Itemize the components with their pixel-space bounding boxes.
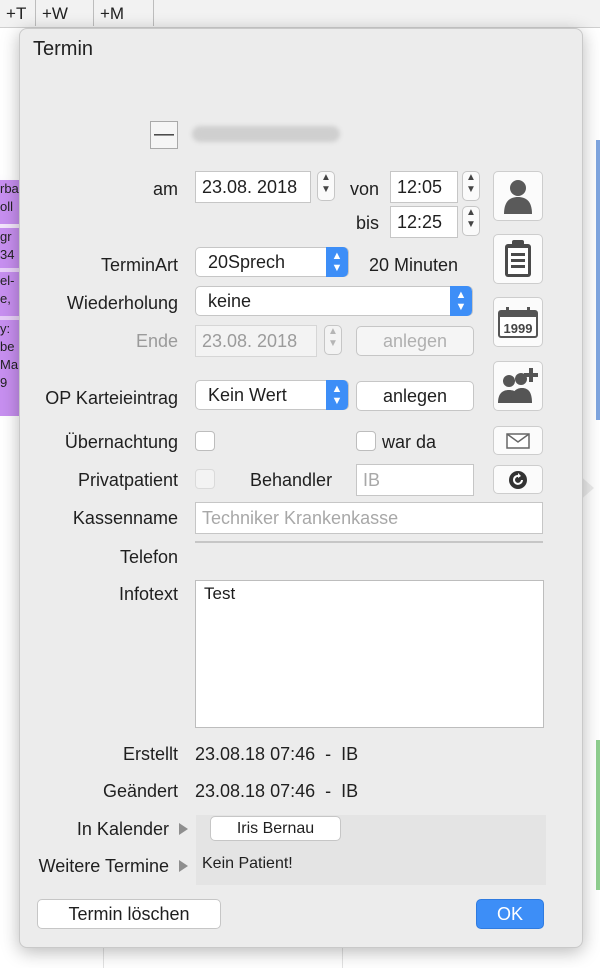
changed-value: 23.08.18 07:46 - IB <box>195 781 359 801</box>
refresh-button[interactable] <box>493 465 543 494</box>
chevron-updown-icon: ▲ ▼ <box>450 286 472 316</box>
created-label: Erstellt <box>122 744 178 764</box>
insurance-label: Kassenname <box>72 508 178 528</box>
tab-month[interactable]: +M <box>94 0 154 26</box>
from-time-field[interactable]: 12:05 <box>390 171 458 203</box>
tab-week[interactable]: +W <box>36 0 94 26</box>
refresh-icon <box>509 470 527 489</box>
op-record-value: Kein Wert <box>208 385 287 405</box>
appointment-type-label: TerminArt <box>100 255 178 275</box>
to-time-field[interactable]: 12:25 <box>390 206 458 238</box>
ok-button[interactable]: OK <box>476 899 544 929</box>
clipboard-icon <box>505 240 531 277</box>
disclosure-triangle-icon[interactable] <box>179 860 188 872</box>
to-label: bis <box>356 213 380 233</box>
date-label: am <box>152 179 178 199</box>
duration-text: 20 Minuten <box>369 255 459 275</box>
tab-day[interactable]: +T <box>0 0 36 26</box>
appointment-type-select[interactable]: 20Sprech ▲ ▼ <box>195 247 349 277</box>
calendar-owner-button[interactable]: Iris Bernau <box>210 816 341 841</box>
calendar-toolbar: +T +W +M <box>0 0 600 28</box>
chevron-updown-icon: ▲ ▼ <box>326 380 348 410</box>
dialog-title: Termin <box>33 38 94 60</box>
mail-icon <box>506 432 530 449</box>
svg-text:1999: 1999 <box>504 321 533 336</box>
chevron-updown-icon: ▲ ▼ <box>326 247 348 277</box>
info-label: Infotext <box>118 584 178 604</box>
person-icon <box>504 180 532 214</box>
phone-field[interactable] <box>195 541 543 543</box>
appointment-popover: Termin — am 23.08. 2018 ▲ ▼ von 12:05 ▲ ▼ … <box>19 28 583 948</box>
other-appointments-value: Kein Patient! <box>202 855 293 872</box>
in-calendar-label: In Kalender <box>76 819 169 839</box>
date-stepper[interactable]: ▲ ▼ <box>317 171 335 201</box>
add-person-icon <box>498 368 538 403</box>
recurrence-value: keine <box>208 291 252 311</box>
patient-button[interactable] <box>493 171 543 221</box>
collapse-patient-button[interactable]: — <box>150 121 178 149</box>
send-mail-button[interactable] <box>493 426 543 455</box>
calendar-icon: 1999 <box>498 307 538 338</box>
recurrence-calendar-button[interactable]: 1999 <box>493 297 543 347</box>
insurance-field[interactable]: Techniker Krankenkasse <box>195 502 543 534</box>
overnight-label: Übernachtung <box>64 432 178 452</box>
delete-appointment-button[interactable]: Termin löschen <box>37 899 221 929</box>
practitioner-label: Behandler <box>250 470 333 490</box>
disclosure-triangle-icon[interactable] <box>179 823 188 835</box>
add-person-button[interactable] <box>493 361 543 411</box>
was-there-checkbox[interactable] <box>356 431 376 451</box>
calendar-event-strip <box>596 740 600 890</box>
end-date-field[interactable]: 23.08. 2018 <box>195 325 317 357</box>
private-patient-label: Privatpatient <box>77 470 178 490</box>
clipboard-button[interactable] <box>493 234 543 284</box>
op-create-button[interactable]: anlegen <box>356 381 474 411</box>
other-appointments-label: Weitere Termine <box>38 856 169 876</box>
created-value: 23.08.18 07:46 - IB <box>195 744 359 764</box>
recurrence-select[interactable]: keine ▲ ▼ <box>195 286 473 316</box>
op-record-label: OP Karteieintrag <box>45 388 178 408</box>
was-there-label: war da <box>382 432 437 452</box>
practitioner-field[interactable]: IB <box>356 464 474 496</box>
phone-label: Telefon <box>119 547 178 567</box>
end-create-button[interactable]: anlegen <box>356 326 474 356</box>
info-textarea[interactable]: Test <box>195 580 544 728</box>
tab-day-label: T <box>15 4 27 23</box>
changed-label: Geändert <box>102 781 178 801</box>
end-date-stepper[interactable]: ▲ ▼ <box>324 325 342 355</box>
private-patient-checkbox[interactable] <box>195 469 215 489</box>
calendar-event-strip <box>596 140 600 420</box>
op-record-select[interactable]: Kein Wert ▲ ▼ <box>195 380 349 410</box>
overnight-checkbox[interactable] <box>195 431 215 451</box>
recurrence-label: Wiederholung <box>66 293 178 313</box>
appointment-type-value: 20Sprech <box>208 252 286 272</box>
patient-name-redacted <box>192 126 340 142</box>
from-label: von <box>350 179 380 199</box>
date-field[interactable]: 23.08. 2018 <box>195 171 311 203</box>
end-label: Ende <box>135 331 178 351</box>
from-time-stepper[interactable]: ▲ ▼ <box>462 171 480 201</box>
to-time-stepper[interactable]: ▲ ▼ <box>462 206 480 236</box>
